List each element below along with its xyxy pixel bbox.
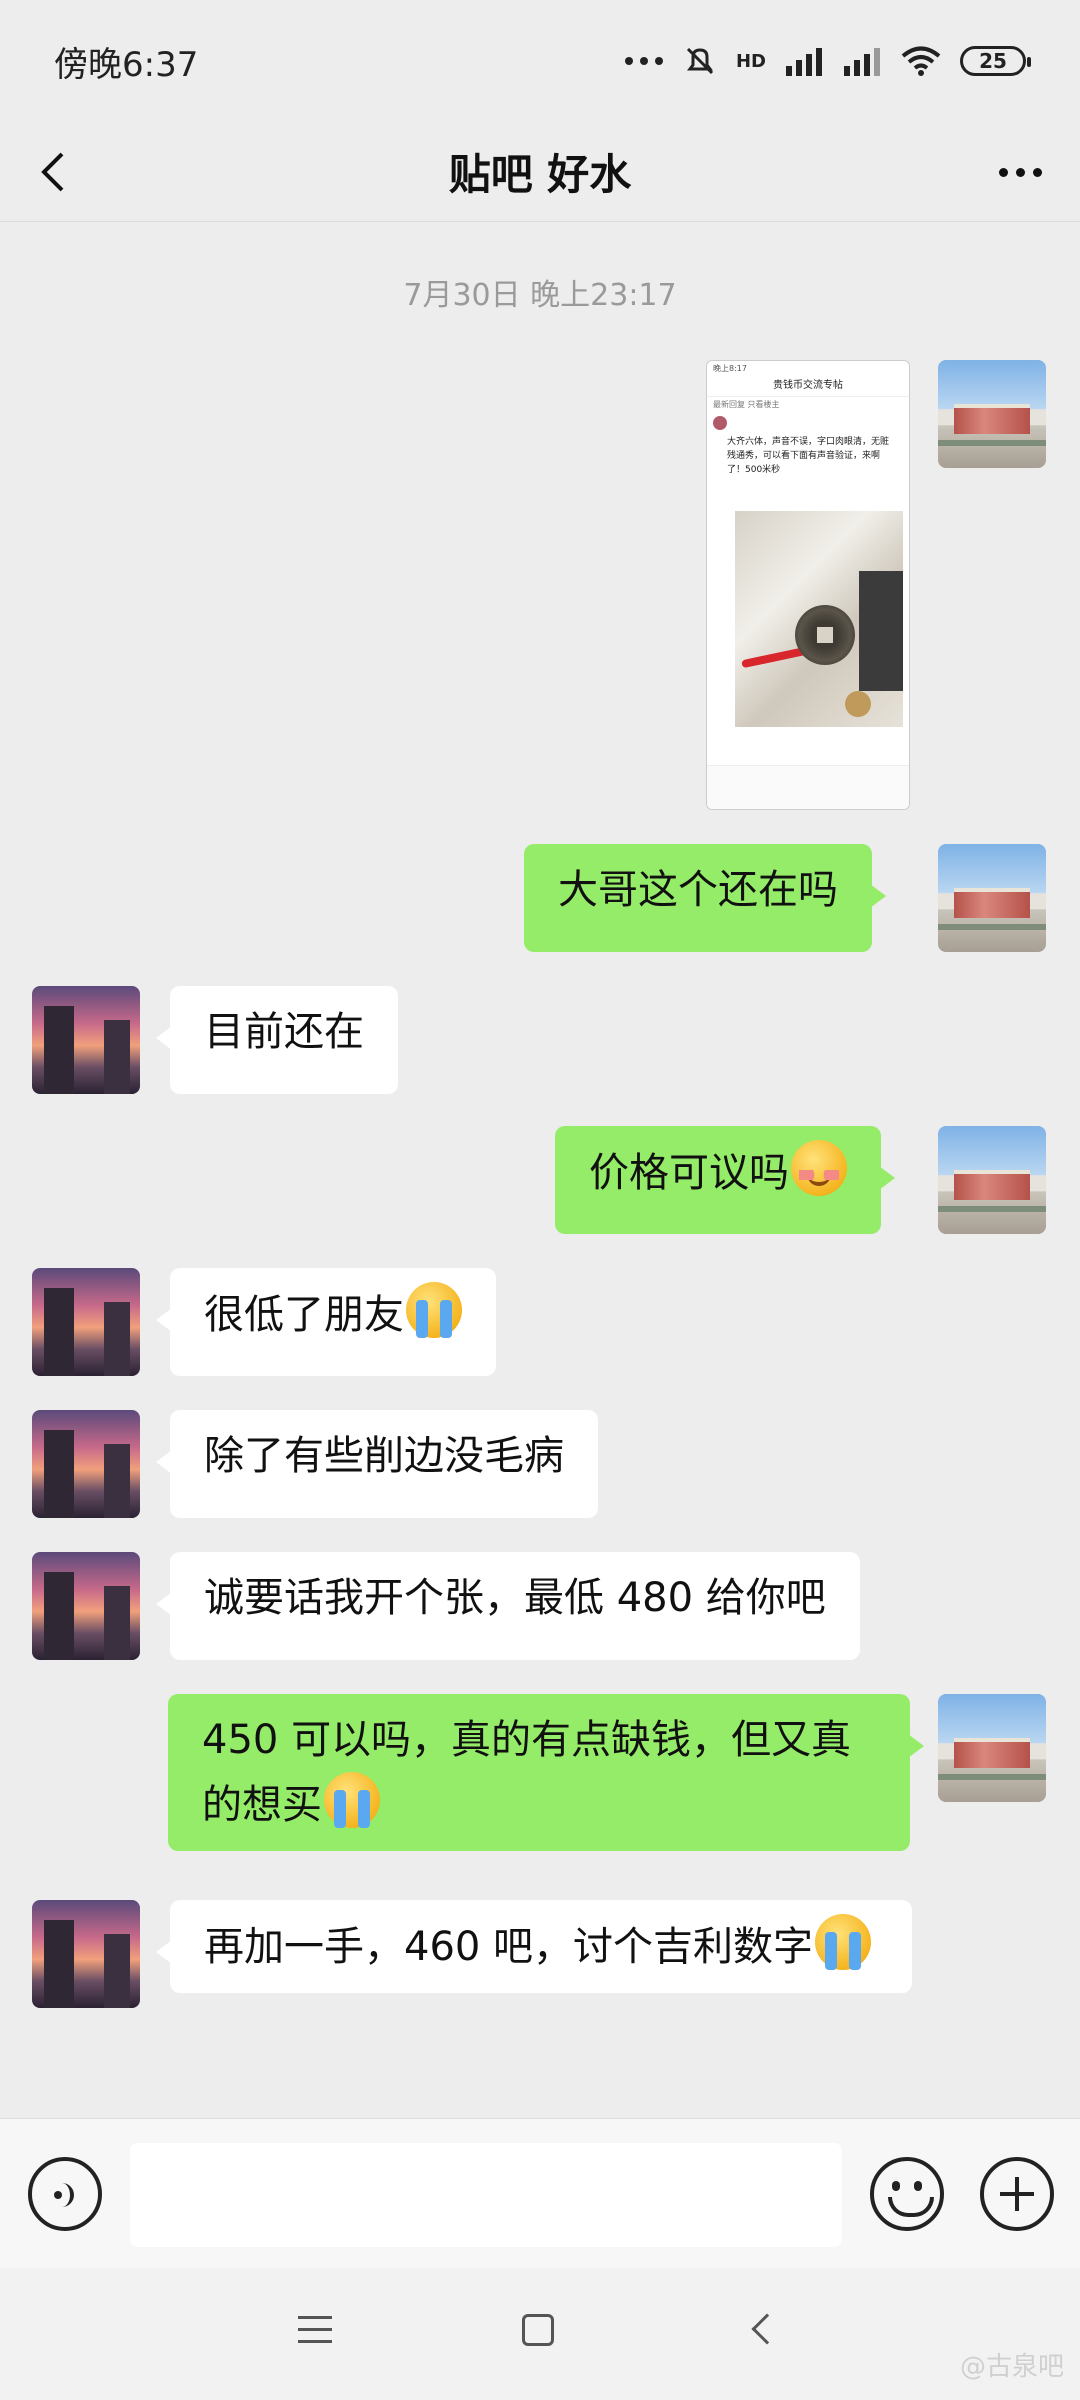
- message-text: 除了有些削边没毛病: [204, 1433, 564, 1479]
- chat-header: 贴吧 好水: [0, 122, 1080, 222]
- signal-icon: [786, 48, 822, 76]
- shared-screenshot-message[interactable]: 晚上8:17 贵钱币交流专帖 最新回复 只看楼主 大齐六体，声音不误，字口肉眼清…: [706, 360, 910, 810]
- shot-user: [707, 413, 909, 433]
- message-text: 再加一手，460 吧，讨个吉利数字: [204, 1924, 814, 1970]
- home-icon[interactable]: [522, 2314, 554, 2346]
- contact-avatar[interactable]: [32, 1900, 140, 2008]
- message-text: 450 可以吗，真的有点缺钱，但又真的想买: [202, 1717, 852, 1828]
- shot-bottom-bar: [707, 765, 909, 809]
- message-text: 诚要话我开个张，最低 480 给你吧: [204, 1575, 826, 1621]
- status-bar: 傍晚6:37 HD 25: [0, 0, 1080, 122]
- signal-icon-2: [844, 48, 880, 76]
- crying-emoji-icon: [406, 1282, 462, 1338]
- my-avatar[interactable]: [938, 844, 1046, 952]
- message-bubble-me[interactable]: 大哥这个还在吗: [524, 844, 886, 952]
- mute-bell-icon: [686, 47, 714, 75]
- battery-indicator: 25: [960, 46, 1031, 76]
- my-avatar[interactable]: [938, 1694, 1046, 1802]
- more-options-icon[interactable]: [990, 150, 1050, 194]
- message-bubble-other[interactable]: 再加一手，460 吧，讨个吉利数字: [156, 1900, 912, 1993]
- more-functions-plus-icon[interactable]: [980, 2157, 1054, 2231]
- shot-title: 贵钱币交流专帖: [707, 375, 909, 397]
- watermark: @古泉吧: [959, 2352, 1064, 2382]
- chat-input-bar: [0, 2118, 1080, 2268]
- message-bubble-other[interactable]: 诚要话我开个张，最低 480 给你吧: [156, 1552, 860, 1660]
- message-bubble-other[interactable]: 目前还在: [156, 986, 398, 1094]
- message-text: 价格可议吗: [589, 1150, 789, 1196]
- status-time: 傍晚6:37: [54, 44, 199, 85]
- more-notifications-icon: [624, 57, 663, 65]
- message-text: 大哥这个还在吗: [558, 867, 838, 913]
- contact-avatar[interactable]: [32, 1268, 140, 1376]
- message-input[interactable]: [130, 2143, 842, 2247]
- voice-input-icon[interactable]: [28, 2157, 102, 2231]
- message-timestamp: 7月30日 晚上23:17: [403, 278, 677, 313]
- contact-avatar[interactable]: [32, 1410, 140, 1518]
- message-bubble-me[interactable]: 价格可议吗: [555, 1126, 895, 1234]
- shot-text: 大齐六体，声音不误，字口肉眼清，无赃残通秀，可以看下面有声音验证，来啊了！500…: [727, 437, 890, 475]
- blush-emoji-icon: [791, 1140, 847, 1196]
- back-arrow-icon[interactable]: [34, 152, 74, 192]
- contact-avatar[interactable]: [32, 986, 140, 1094]
- shot-tabs: 最新回复 只看楼主: [713, 400, 780, 409]
- recent-apps-icon[interactable]: [298, 2316, 334, 2346]
- contact-avatar[interactable]: [32, 1552, 140, 1660]
- hd-label: HD: [735, 50, 766, 72]
- emoji-picker-icon[interactable]: [870, 2157, 944, 2231]
- system-back-icon[interactable]: [751, 2313, 783, 2345]
- crying-emoji-icon: [324, 1772, 380, 1828]
- chat-title: 贴吧 好水: [448, 150, 632, 199]
- wifi-icon: [901, 46, 941, 76]
- message-text: 很低了朋友: [204, 1292, 404, 1338]
- message-bubble-other[interactable]: 除了有些削边没毛病: [156, 1410, 598, 1518]
- coin-photo: [735, 511, 903, 727]
- message-text: 目前还在: [204, 1009, 364, 1055]
- message-bubble-other[interactable]: 很低了朋友: [156, 1268, 496, 1376]
- status-icons: HD 25: [624, 43, 1031, 79]
- message-bubble-me[interactable]: 450 可以吗，真的有点缺钱，但又真的想买: [168, 1694, 924, 1851]
- my-avatar[interactable]: [938, 360, 1046, 468]
- my-avatar[interactable]: [938, 1126, 1046, 1234]
- crying-emoji-icon: [815, 1914, 872, 1970]
- system-navigation-bar: [0, 2268, 1080, 2400]
- shot-status: 晚上8:17: [713, 364, 747, 373]
